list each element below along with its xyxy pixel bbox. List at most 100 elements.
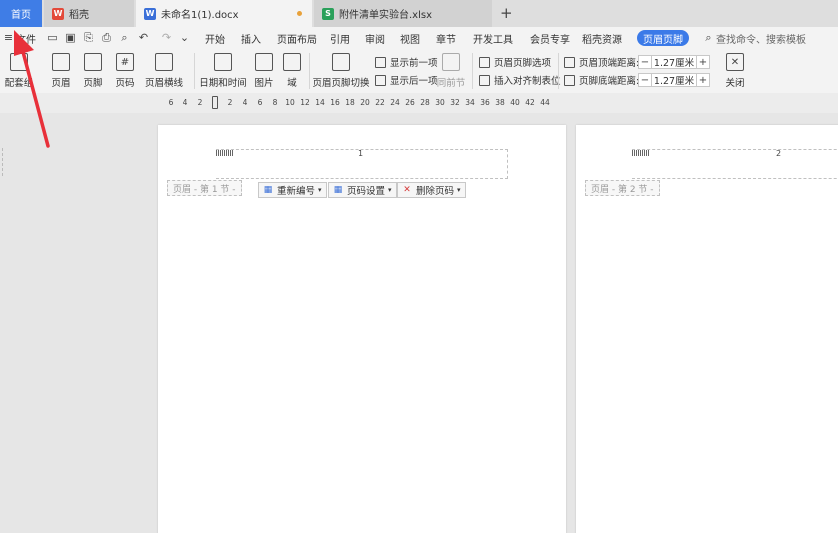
picture-label: 图片 bbox=[254, 78, 274, 89]
dropdown-icon: ▾ bbox=[457, 186, 461, 194]
footer-button[interactable]: 页脚 bbox=[80, 49, 106, 89]
tab-bar: 首页 W 稻壳 W 未命名1(1).docx S 附件清单实验台.xlsx + bbox=[0, 0, 838, 27]
menu-layout[interactable]: 页面布局 bbox=[277, 27, 317, 49]
decrease-icon[interactable]: − bbox=[638, 55, 652, 69]
footer-bottom-distance-stepper[interactable]: − 1.27厘米 + bbox=[638, 73, 710, 87]
footer-label: 页脚 bbox=[83, 78, 103, 89]
ruler-tick: 44 bbox=[540, 98, 550, 107]
field-button[interactable]: 域 bbox=[282, 49, 302, 89]
ruler-tick: 2 bbox=[197, 98, 203, 107]
increase-icon[interactable]: + bbox=[696, 73, 710, 87]
export-icon[interactable]: ⎘ bbox=[82, 31, 95, 44]
ruler-tick: 12 bbox=[300, 98, 310, 107]
renumber-button[interactable]: ▦ 重新编号 ▾ bbox=[258, 182, 327, 198]
close-label: 关闭 bbox=[725, 78, 745, 89]
open-folder-icon[interactable]: ▭ bbox=[46, 31, 59, 44]
close-button[interactable]: ✕ 关闭 bbox=[722, 49, 748, 89]
horizontal-ruler[interactable]: 6 4 2 2 4 6 8 10 12 14 16 18 20 22 24 26 28 30 32 34 36 38 40 4… bbox=[0, 93, 838, 113]
page-1-header-tag: 页眉 - 第 1 节 - bbox=[167, 180, 242, 196]
search-icon[interactable]: ⌕ bbox=[702, 31, 715, 44]
show-prev-button[interactable]: 显示前一项 bbox=[375, 54, 438, 70]
delete-page-number-label: 删除页码 bbox=[416, 186, 455, 197]
header-button[interactable]: 页眉 bbox=[48, 49, 74, 89]
menu-header-footer[interactable]: 页眉页脚 bbox=[637, 30, 689, 46]
decrease-icon[interactable]: − bbox=[638, 73, 652, 87]
command-search[interactable]: 查找命令、搜索模板 bbox=[716, 27, 806, 49]
page-2-header-tag: 页眉 - 第 2 节 - bbox=[585, 180, 660, 196]
options-label: 页眉页脚选项 bbox=[494, 58, 552, 69]
header-top-distance-stepper[interactable]: − 1.27厘米 + bbox=[638, 55, 710, 69]
ruler-tick: 30 bbox=[435, 98, 445, 107]
switch-button[interactable]: 页眉页脚切换 bbox=[312, 49, 370, 89]
page-2[interactable]: 2 页眉 - 第 2 节 - bbox=[576, 125, 838, 533]
tab-docer[interactable]: W 稻壳 bbox=[44, 0, 134, 27]
match-group-button[interactable]: 配套组 bbox=[0, 49, 38, 89]
hamburger-icon[interactable]: ≡ bbox=[2, 31, 15, 44]
ruler-tick: 16 bbox=[330, 98, 340, 107]
tab-document[interactable]: W 未命名1(1).docx bbox=[136, 0, 312, 27]
header-footer-options-button[interactable]: 页眉页脚选项 bbox=[479, 54, 551, 70]
menu-review[interactable]: 审阅 bbox=[365, 27, 385, 49]
indent-marker-icon[interactable] bbox=[212, 96, 218, 109]
page-number-icon: # bbox=[116, 53, 134, 71]
ruler-tick: 26 bbox=[405, 98, 415, 107]
bottom-distance-value[interactable]: 1.27厘米 bbox=[652, 73, 696, 87]
menu-view[interactable]: 视图 bbox=[400, 27, 420, 49]
page-1-header-number: 1 bbox=[358, 149, 364, 158]
menu-devtools[interactable]: 开发工具 bbox=[473, 27, 513, 49]
same-prev-button[interactable]: 同前节 bbox=[437, 49, 465, 89]
print-icon[interactable]: ⎙ bbox=[100, 31, 113, 44]
ruler-tick: 18 bbox=[345, 98, 355, 107]
page-number-button[interactable]: # 页码 bbox=[112, 49, 138, 89]
page-2-header-area[interactable] bbox=[632, 149, 838, 179]
undo-icon[interactable]: ↶ bbox=[137, 31, 150, 44]
close-icon: ✕ bbox=[726, 53, 744, 71]
switch-label: 页眉页脚切换 bbox=[312, 78, 370, 89]
page-number-settings-button[interactable]: ▦ 页码设置 ▾ bbox=[328, 182, 397, 198]
top-distance-icon bbox=[564, 56, 575, 68]
quick-menu-icon[interactable]: ⌄ bbox=[178, 31, 191, 44]
new-tab-icon[interactable]: + bbox=[500, 4, 513, 22]
insert-tab-stop-button[interactable]: 插入对齐制表位 bbox=[479, 72, 561, 88]
top-distance-value[interactable]: 1.27厘米 bbox=[652, 55, 696, 69]
options-icon bbox=[479, 56, 490, 68]
ruler-tick: 24 bbox=[390, 98, 400, 107]
ruler-tick: 14 bbox=[315, 98, 325, 107]
ruler-tick: 28 bbox=[420, 98, 430, 107]
menu-insert[interactable]: 插入 bbox=[241, 27, 261, 49]
renumber-label: 重新编号 bbox=[277, 186, 316, 197]
same-prev-icon bbox=[442, 53, 460, 71]
same-prev-label: 同前节 bbox=[436, 78, 466, 89]
increase-icon[interactable]: + bbox=[696, 55, 710, 69]
tab-home[interactable]: 首页 bbox=[0, 0, 42, 27]
menu-reference[interactable]: 引用 bbox=[330, 27, 350, 49]
redo-icon[interactable]: ↷ bbox=[160, 31, 173, 44]
delete-page-number-button[interactable]: ✕ 删除页码 ▾ bbox=[397, 182, 466, 198]
tab-spreadsheet-label: 附件清单实验台.xlsx bbox=[339, 10, 433, 21]
show-next-label: 显示后一项 bbox=[390, 76, 438, 87]
page-number-settings-label: 页码设置 bbox=[347, 186, 386, 197]
unsaved-dot-icon bbox=[297, 11, 302, 16]
save-icon[interactable]: ▣ bbox=[64, 31, 77, 44]
tab-home-label: 首页 bbox=[11, 10, 31, 21]
ribbon-separator bbox=[472, 53, 473, 89]
menu-start[interactable]: 开始 bbox=[205, 27, 225, 49]
insert-tab-label: 插入对齐制表位 bbox=[494, 76, 561, 87]
header-line-button[interactable]: 页眉横线 bbox=[143, 49, 185, 89]
word-doc-icon: W bbox=[144, 7, 156, 20]
menu-chapter[interactable]: 章节 bbox=[436, 27, 456, 49]
docer-icon: W bbox=[52, 7, 64, 20]
preview-icon[interactable]: ⌕ bbox=[118, 31, 131, 44]
show-next-button[interactable]: 显示后一项 bbox=[375, 72, 438, 88]
footer-icon bbox=[84, 53, 102, 71]
menu-member[interactable]: 会员专享 bbox=[530, 27, 570, 49]
ruler-tick: 4 bbox=[182, 98, 188, 107]
datetime-button[interactable]: 日期和时间 bbox=[199, 49, 247, 89]
menu-bar: ≡ 文件 ▭ ▣ ⎘ ⎙ ⌕ ↶ ↷ ⌄ 开始 插入 页面布局 引用 审阅 视图… bbox=[0, 27, 838, 49]
show-prev-icon bbox=[375, 56, 386, 68]
top-distance-text: 页眉顶端距离: bbox=[579, 58, 640, 69]
tab-spreadsheet[interactable]: S 附件清单实验台.xlsx bbox=[314, 0, 492, 27]
menu-file[interactable]: 文件 bbox=[16, 27, 36, 49]
picture-button[interactable]: 图片 bbox=[252, 49, 276, 89]
menu-docer-resources[interactable]: 稻壳资源 bbox=[582, 27, 622, 49]
